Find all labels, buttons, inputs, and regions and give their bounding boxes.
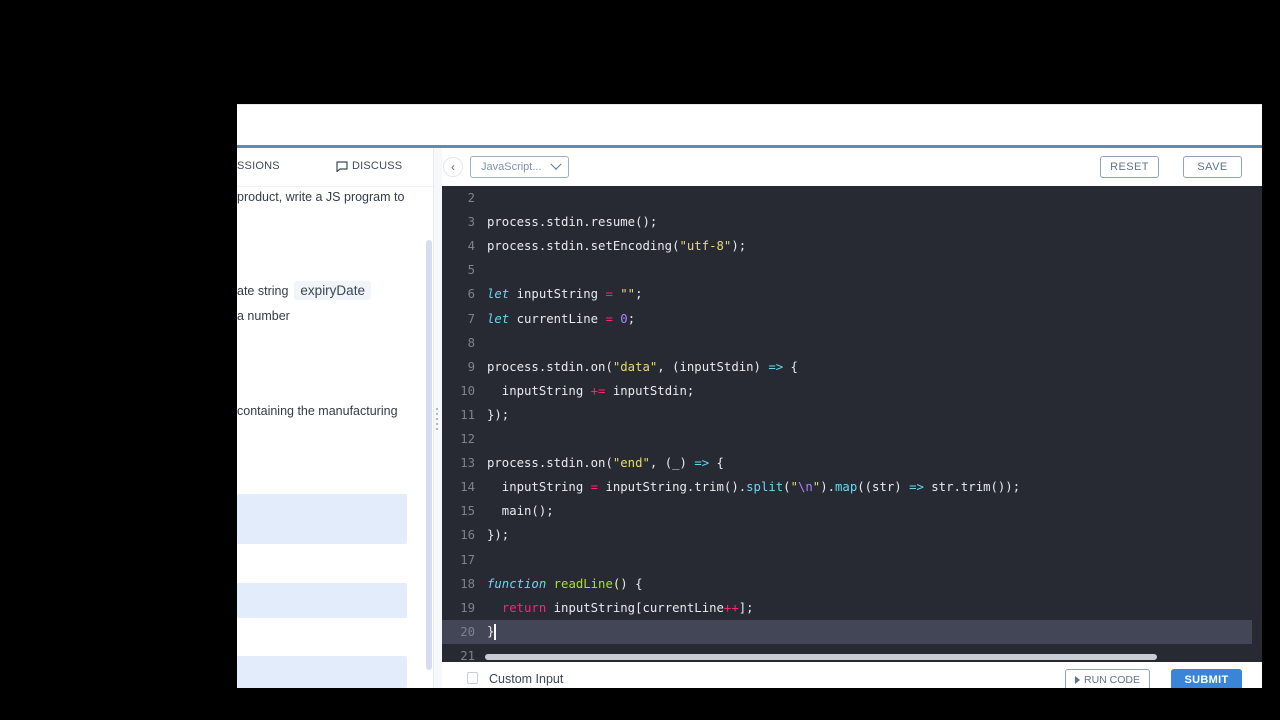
code-line[interactable]: 8	[442, 331, 1252, 355]
line-number: 18	[460, 576, 475, 591]
horizontal-scrollbar[interactable]	[485, 654, 1157, 660]
custom-input-checkbox[interactable]	[467, 672, 478, 684]
reset-button[interactable]: RESET	[1100, 156, 1159, 178]
problem-panel: SSIONS DISCUSS product, write a JS progr…	[237, 148, 433, 688]
tab-discuss[interactable]: DISCUSS	[336, 160, 402, 172]
submit-button[interactable]: SUBMIT	[1171, 669, 1242, 688]
line-number: 10	[460, 383, 475, 398]
code-line[interactable]: 13 process.stdin.on("end", (_) => {	[442, 451, 1252, 475]
code-text: inputString = inputString.trim().split("…	[487, 480, 1021, 495]
line-number: 16	[460, 528, 475, 543]
code-line[interactable]: 11});	[442, 403, 1252, 427]
code-line[interactable]: 19 return inputString[currentLine++];	[442, 596, 1252, 620]
line-number: 20	[460, 624, 475, 639]
language-select[interactable]: JavaScript...	[470, 156, 569, 178]
line-number: 12	[460, 432, 475, 446]
code-line[interactable]: 7 let currentLine = 0;	[442, 307, 1252, 331]
custom-input-label: Custom Input	[489, 672, 564, 686]
editor-footer: Custom Input RUN CODE SUBMIT	[442, 662, 1262, 688]
code-line[interactable]: 5	[442, 258, 1252, 282]
code-line[interactable]: 4 process.stdin.setEncoding("utf-8");	[442, 234, 1252, 258]
code-text: let currentLine = 0;	[487, 311, 636, 326]
line-number: 17	[460, 552, 475, 567]
code-text: process.stdin.on("data", (inputStdin) =>…	[487, 359, 798, 374]
play-icon	[1074, 676, 1080, 684]
tab-submissions[interactable]: SSIONS	[237, 160, 280, 172]
code-line[interactable]: 6 let inputString = "";	[442, 282, 1252, 306]
example-block	[237, 583, 407, 618]
chevron-down-icon	[550, 158, 562, 170]
problem-tabs: SSIONS DISCUSS	[237, 148, 433, 187]
drag-handle-icon	[436, 408, 438, 430]
description-text: ate string	[237, 284, 289, 298]
line-number: 2	[467, 191, 475, 205]
code-text: inputString += inputStdin;	[487, 383, 695, 398]
code-text: return inputString[currentLine++];	[501, 600, 754, 615]
example-block	[237, 494, 407, 544]
code-line[interactable]: 10 inputString += inputStdin;	[442, 379, 1252, 403]
code-line[interactable]: 17	[442, 548, 1252, 572]
code-text: function readLine() {	[487, 576, 643, 591]
code-text: process.stdin.resume();	[487, 215, 658, 230]
line-number: 13	[460, 456, 475, 471]
line-number: 4	[467, 239, 475, 254]
code-text: });	[487, 407, 510, 422]
code-text: main();	[487, 504, 554, 519]
code-text: let inputString = "";	[487, 287, 643, 302]
run-code-label: RUN CODE	[1083, 674, 1140, 686]
tab-discuss-label: DISCUSS	[352, 160, 403, 172]
code-line[interactable]: 16});	[442, 523, 1252, 547]
example-block	[237, 656, 407, 688]
code-text: process.stdin.setEncoding("utf-8");	[487, 239, 747, 254]
app-window: SSIONS DISCUSS product, write a JS progr…	[237, 104, 1262, 688]
code-editor[interactable]: 2 3 process.stdin.resume(); 4 process.stdin.…	[442, 186, 1262, 662]
line-number: 14	[460, 480, 475, 495]
description-line: containing the manufacturing	[237, 404, 398, 418]
line-number: 8	[467, 335, 475, 350]
line-number: 19	[460, 600, 475, 615]
description-line: a number	[237, 309, 290, 323]
code-text: });	[487, 528, 510, 543]
code-line[interactable]: 20}	[442, 619, 1252, 644]
inline-code: expiryDate	[294, 281, 371, 300]
code-line[interactable]: 18 function readLine() {	[442, 572, 1252, 596]
code-line[interactable]: 9 process.stdin.on("data", (inputStdin) =…	[442, 355, 1252, 379]
chat-bubble-icon	[336, 160, 348, 172]
left-scrollbar[interactable]	[426, 240, 432, 670]
collapse-panel-button[interactable]: ‹	[443, 157, 463, 177]
line-number: 7	[467, 311, 475, 326]
description-line: product, write a JS program to	[237, 190, 405, 204]
line-number: 9	[467, 359, 475, 374]
code-text: process.stdin.on("end", (_) => {	[487, 456, 724, 471]
code-line[interactable]: 14 inputString = inputString.trim().spli…	[442, 475, 1252, 499]
text-cursor	[494, 623, 496, 640]
top-bar	[237, 104, 1262, 146]
code-line[interactable]: 12	[442, 427, 1252, 451]
run-code-button[interactable]: RUN CODE	[1065, 669, 1150, 688]
line-number: 21	[460, 648, 475, 662]
code-line[interactable]: 2	[442, 186, 1252, 210]
code-line[interactable]: 15 main();	[442, 499, 1252, 523]
chevron-left-icon: ‹	[451, 160, 455, 174]
line-number: 6	[467, 287, 475, 302]
line-number: 5	[467, 263, 475, 278]
line-number: 11	[460, 407, 475, 422]
code-line[interactable]: 3 process.stdin.resume();	[442, 210, 1252, 234]
code-text: }	[487, 623, 496, 640]
language-value: JavaScript...	[481, 161, 542, 173]
description-line: ate string expiryDate	[237, 281, 371, 300]
line-number: 15	[460, 504, 475, 519]
save-button[interactable]: SAVE	[1183, 156, 1242, 178]
editor-header: ‹ JavaScript... RESET SAVE	[442, 148, 1262, 186]
line-number: 3	[467, 215, 475, 230]
